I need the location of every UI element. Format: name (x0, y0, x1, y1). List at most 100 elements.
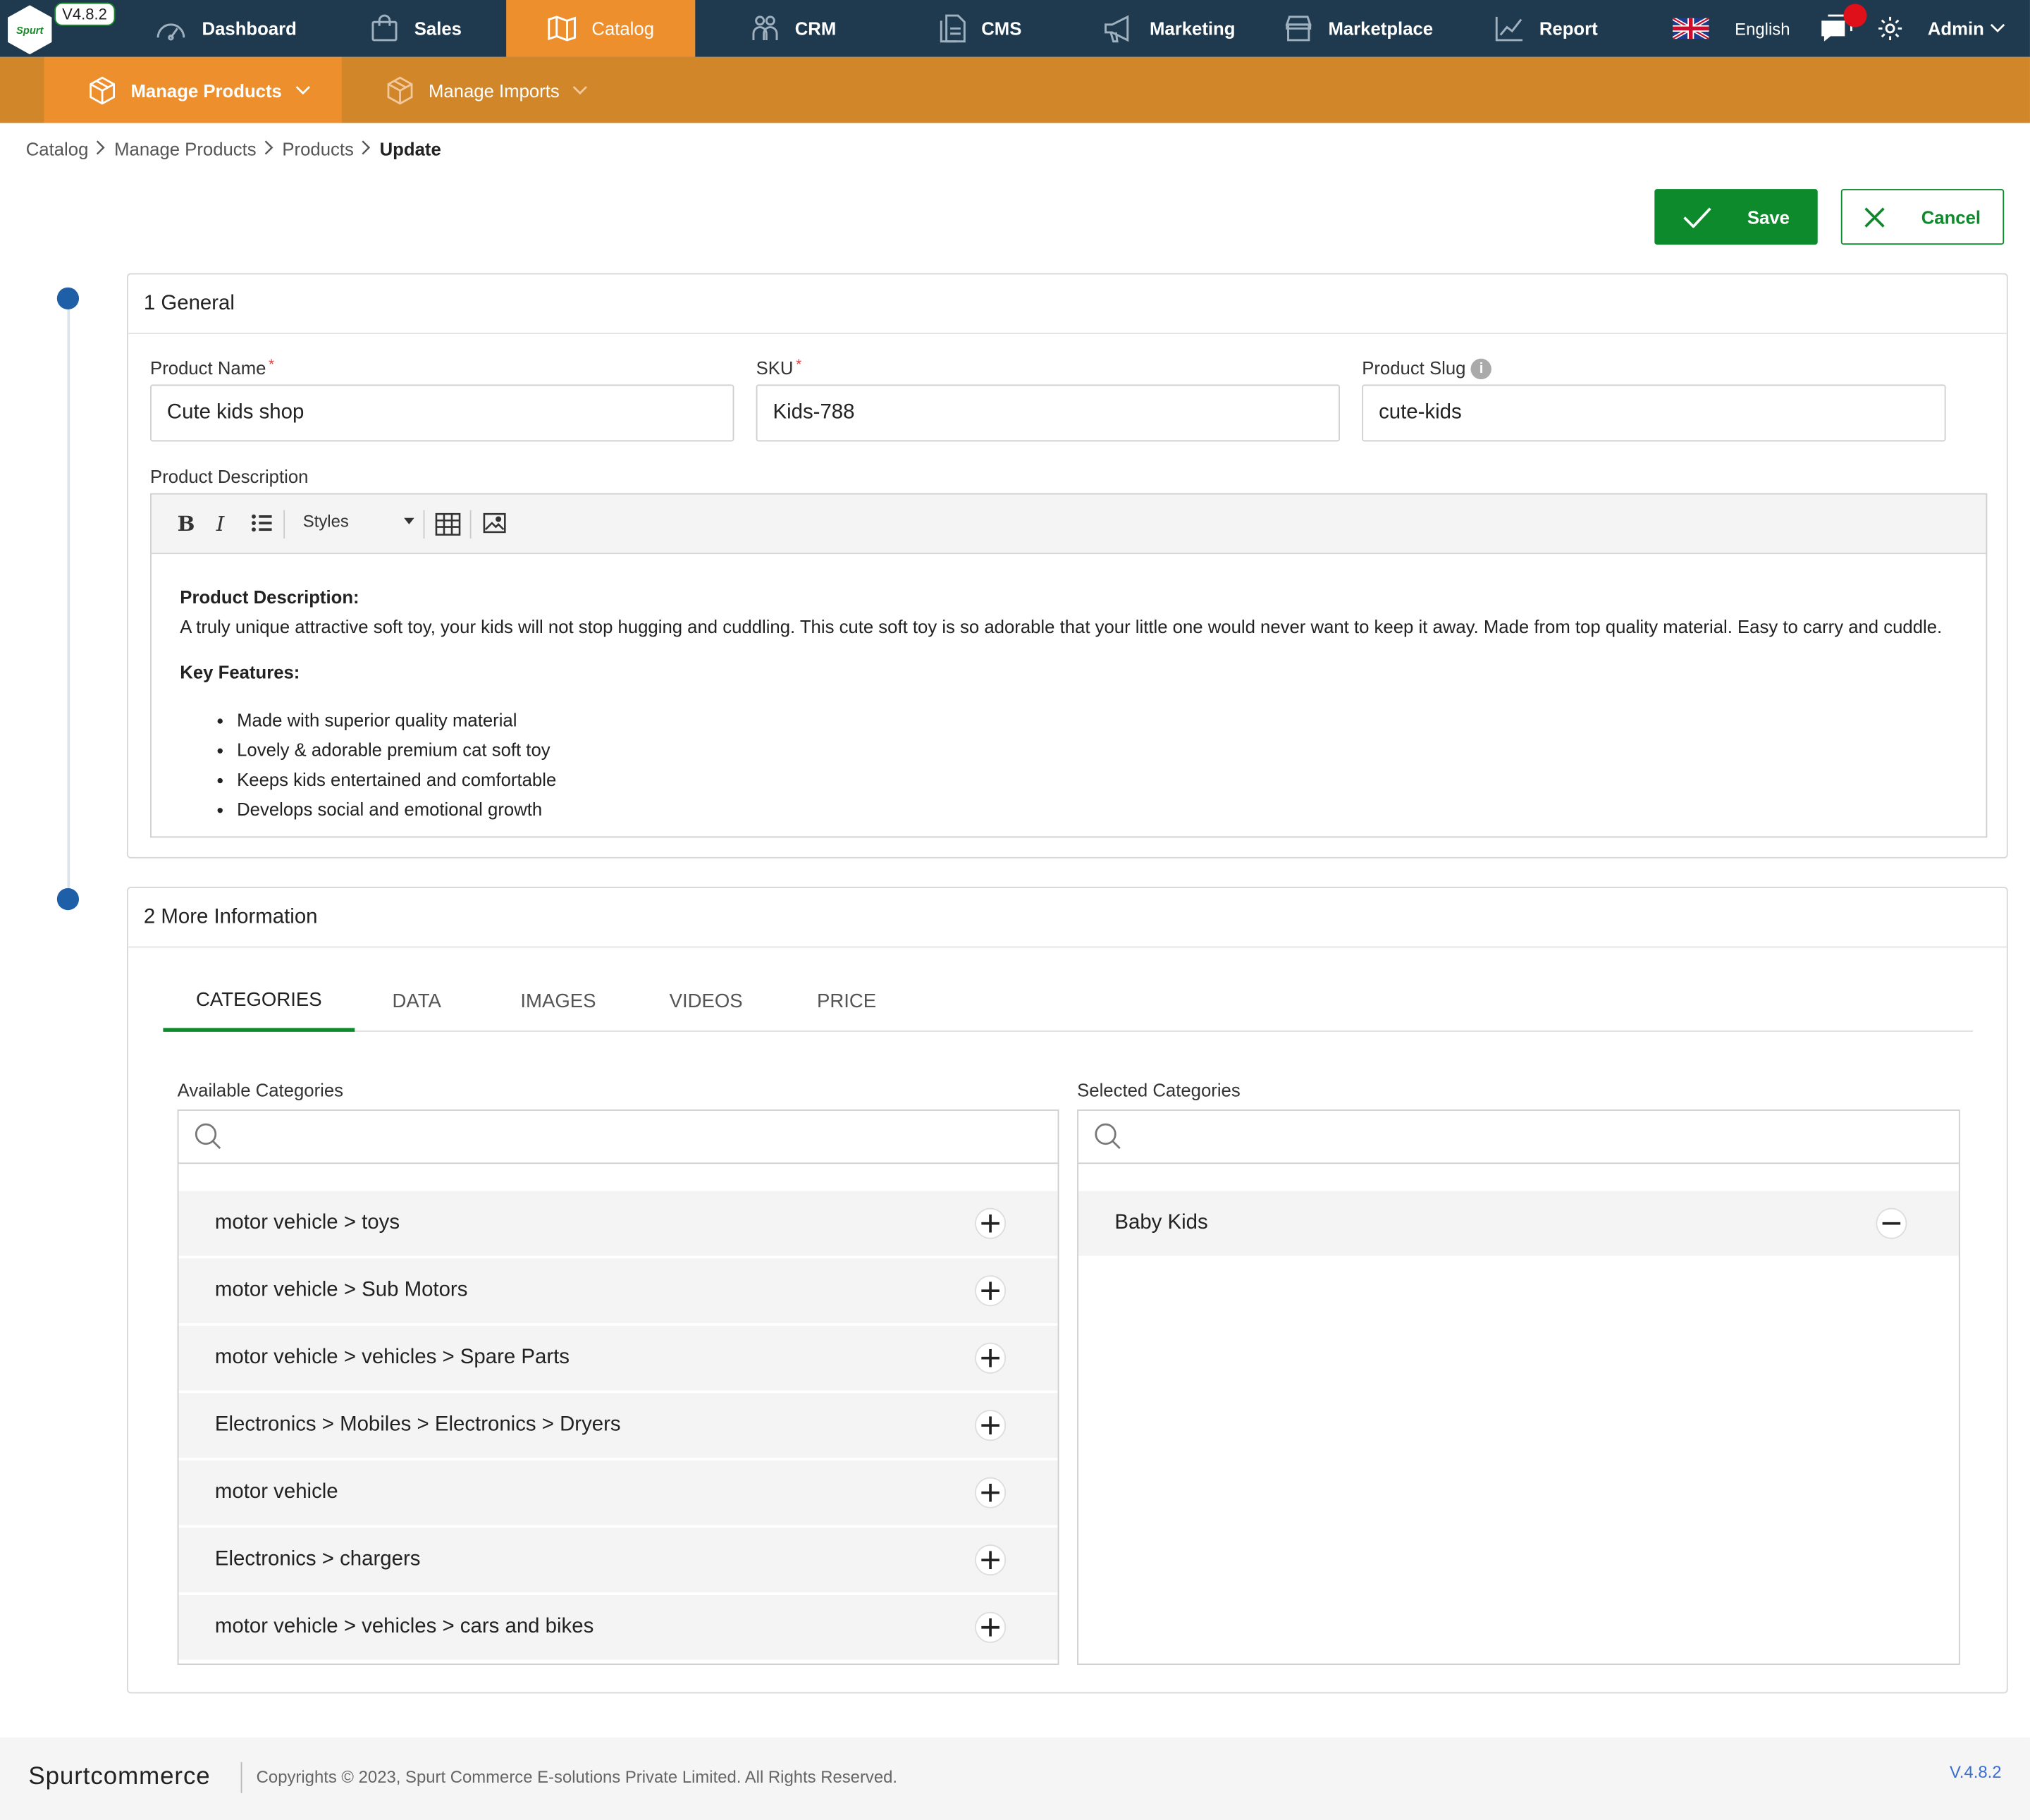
features-list: Made with superior quality material Love… (180, 706, 1957, 825)
version-badge: V4.8.2 (54, 2, 115, 26)
tab-videos[interactable]: VIDEOS (670, 971, 743, 1032)
nav-report[interactable]: Report (1495, 0, 1598, 57)
italic-button[interactable]: I (216, 511, 225, 536)
add-category-button[interactable] (975, 1275, 1007, 1307)
section-title: 1 General (128, 274, 2007, 334)
description-heading: Product Description: (180, 586, 359, 608)
category-row: motor vehicle > toys (178, 1191, 1058, 1256)
list-item: Lovely & adorable premium cat soft toy (237, 735, 1957, 765)
tab-price[interactable]: PRICE (817, 971, 876, 1032)
nav-label: CRM (794, 18, 837, 39)
footer-divider (240, 1761, 242, 1793)
slug-input[interactable]: cute-kids (1362, 384, 1946, 442)
chevron-down-icon (1989, 23, 2020, 34)
add-category-button[interactable] (975, 1477, 1007, 1508)
logo-hex: Spurt (8, 5, 52, 55)
nav-marketing[interactable]: Marketing (1103, 0, 1236, 57)
tab-images[interactable]: IMAGES (520, 971, 596, 1032)
category-row: motor vehicle > Sub Motors (178, 1258, 1058, 1324)
table-icon[interactable] (435, 512, 461, 536)
sku-input[interactable]: Kids-788 (756, 384, 1340, 442)
cancel-button[interactable]: Cancel (1840, 189, 2005, 245)
category-row: Electronics > Mobiles > Electronics > Dr… (178, 1393, 1058, 1458)
nav-label: Catalog (591, 18, 655, 39)
footer: Spurtcommerce Copyrights © 2023, Spurt C… (0, 1737, 2030, 1820)
section-title: 2 More Information (128, 888, 2007, 948)
breadcrumb: Catalog Manage Products Products Update (26, 139, 441, 159)
more-info-section: 2 More Information CATEGORIES DATA IMAGE… (126, 887, 2008, 1694)
list-item: Develops social and emotional growth (237, 795, 1957, 825)
check-icon (1683, 207, 1729, 228)
app-logo[interactable]: Spurt V4.8.2 (0, 0, 119, 57)
shopping-bag-icon (370, 14, 414, 42)
nav-cms[interactable]: CMS (940, 0, 1021, 57)
breadcrumb-products[interactable]: Products (282, 139, 353, 159)
add-category-button[interactable] (975, 1544, 1007, 1576)
add-category-button[interactable] (975, 1207, 1007, 1239)
nav-marketplace[interactable]: Marketplace (1284, 0, 1433, 57)
required-marker: * (796, 357, 802, 373)
nav-catalog[interactable]: Catalog (506, 0, 696, 57)
styles-dropdown[interactable]: Styles (303, 511, 414, 531)
info-icon[interactable]: i (1470, 359, 1492, 380)
subnav-manage-imports[interactable]: Manage Imports (384, 57, 588, 123)
nav-crm[interactable]: CRM (751, 0, 836, 57)
subnav-label: Manage Products (130, 79, 282, 101)
label-text: Product Slug (1362, 357, 1466, 379)
top-navigation-bar: Spurt V4.8.2 Dashboard Sales Catalog CRM… (0, 0, 2030, 57)
nav-label: Marketing (1149, 18, 1236, 39)
cancel-label: Cancel (1921, 206, 1981, 228)
category-row: motor vehicle > vehicles > cars and bike… (178, 1594, 1058, 1660)
editor-content[interactable]: Product Description: A truly unique attra… (152, 554, 1986, 825)
list-item: Made with superior quality material (237, 706, 1957, 735)
breadcrumb-catalog[interactable]: Catalog (26, 139, 89, 159)
list-item: Keeps kids entertained and comfortable (237, 765, 1957, 794)
user-menu[interactable]: Admin (1928, 0, 2020, 57)
chevron-right-icon (264, 139, 275, 159)
subnav-manage-products[interactable]: Manage Products (44, 56, 342, 123)
nav-sales[interactable]: Sales (370, 0, 462, 57)
add-category-button[interactable] (975, 1611, 1007, 1643)
save-label: Save (1747, 206, 1790, 228)
tab-data[interactable]: DATA (393, 971, 441, 1032)
info-tabs: CATEGORIES DATA IMAGES VIDEOS PRICE (163, 971, 1974, 1032)
chevron-down-icon (572, 85, 588, 95)
uk-flag-icon (1673, 18, 1724, 39)
category-name: motor vehicle > toys (214, 1212, 400, 1234)
close-icon (1864, 207, 1903, 227)
nav-dashboard[interactable]: Dashboard (155, 0, 297, 57)
selected-category-row: Baby Kids (1078, 1191, 1959, 1256)
step-dot-more-info (56, 887, 80, 911)
image-icon[interactable] (483, 512, 506, 534)
category-name: motor vehicle > vehicles > Spare Parts (214, 1346, 570, 1369)
description-paragraph: A truly unique attractive soft toy, your… (180, 616, 1943, 637)
breadcrumb-manage-products[interactable]: Manage Products (114, 139, 257, 159)
nav-label: Sales (414, 18, 462, 39)
map-icon (548, 16, 591, 42)
selected-search-input[interactable] (1078, 1111, 1959, 1164)
product-name-input[interactable]: Cute kids shop (150, 384, 734, 442)
settings-button[interactable] (1877, 0, 1919, 57)
remove-category-button[interactable] (1876, 1207, 1907, 1239)
chevron-down-icon (295, 85, 310, 95)
language-selector[interactable]: English (1673, 0, 1790, 57)
messages-button[interactable] (1818, 0, 1872, 57)
category-name: motor vehicle > Sub Motors (214, 1279, 468, 1301)
rich-text-editor[interactable]: B I Styles Product Description: A truly u… (150, 493, 1988, 838)
styles-label: Styles (302, 511, 349, 531)
nav-label: Marketplace (1328, 18, 1434, 39)
store-icon (1284, 14, 1328, 42)
save-button[interactable]: Save (1654, 189, 1818, 245)
tab-categories[interactable]: CATEGORIES (163, 971, 355, 1032)
toolbar-divider (283, 510, 285, 539)
available-search-input[interactable] (178, 1111, 1058, 1164)
gear-icon (1877, 16, 1919, 42)
footer-copyright: Copyrights © 2023, Spurt Commerce E-solu… (256, 1767, 898, 1787)
bold-button[interactable]: B (178, 511, 195, 536)
category-name: Electronics > chargers (214, 1548, 421, 1570)
product-name-label: Product Name * (150, 357, 274, 378)
bulleted-list-icon[interactable] (251, 514, 272, 532)
language-label: English (1735, 18, 1790, 39)
add-category-button[interactable] (975, 1342, 1007, 1374)
add-category-button[interactable] (975, 1410, 1007, 1441)
